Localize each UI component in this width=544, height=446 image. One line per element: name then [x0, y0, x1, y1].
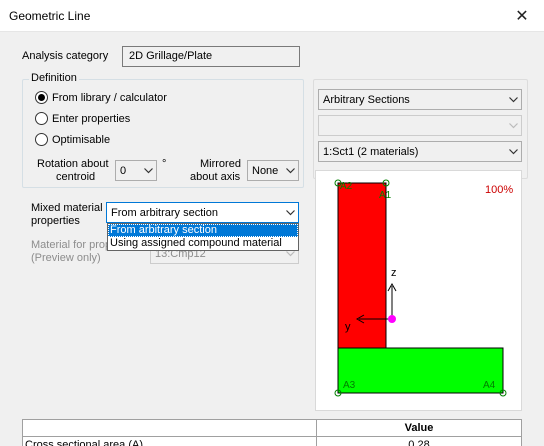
rotation-value: 0: [120, 164, 127, 177]
radio-enter-properties-label: Enter properties: [52, 112, 131, 125]
mixed-material-select[interactable]: From arbitrary section: [106, 202, 299, 223]
section-preview: z y A2 A1 A3 A4 100%: [315, 170, 522, 411]
table-header-row: Value: [22, 419, 522, 437]
corner-label-a3: A3: [343, 380, 356, 391]
chevron-down-icon: [282, 161, 298, 180]
chevron-down-icon: [505, 142, 521, 161]
green-section-part: [337, 347, 504, 394]
radio-circle: [35, 112, 48, 125]
window-title: Geometric Line: [9, 9, 91, 23]
dropdown-option-compound-material[interactable]: Using assigned compound material: [108, 237, 298, 250]
material-for-props-label-1: Material for prop: [31, 239, 112, 251]
centroid-dot: [388, 315, 396, 323]
mirrored-label-2: about axis: [190, 171, 241, 183]
chevron-down-icon: [140, 161, 156, 180]
table-cell-name: Cross sectional area (A): [22, 436, 317, 446]
section-subtype-select[interactable]: [318, 115, 522, 136]
table-row[interactable]: Cross sectional area (A) 0.28: [22, 436, 522, 446]
title-bar: Geometric Line ✕: [0, 0, 544, 32]
section-type-select[interactable]: Arbitrary Sections: [318, 89, 522, 110]
mirrored-label-1: Mirrored: [200, 158, 241, 170]
analysis-category-field: 2D Grillage/Plate: [122, 46, 300, 67]
mixed-material-value: From arbitrary section: [111, 206, 218, 219]
chevron-down-icon: [282, 203, 298, 222]
radio-optimisable-label: Optimisable: [52, 133, 111, 146]
radio-circle: [35, 91, 48, 104]
properties-table: Value Cross sectional area (A) 0.28: [22, 419, 522, 446]
radio-from-library-label: From library / calculator: [52, 91, 167, 104]
mixed-material-label-2: properties: [31, 215, 80, 227]
table-header-name: [22, 419, 317, 437]
material-for-props-label-2: (Preview only): [31, 252, 101, 264]
radio-enter-properties[interactable]: Enter properties: [35, 112, 130, 125]
rotation-label-1: Rotation about: [37, 158, 109, 170]
chevron-down-icon: [505, 116, 521, 135]
table-header-value: Value: [316, 419, 522, 437]
definition-legend: Definition: [29, 72, 79, 84]
section-preview-canvas: z y A2 A1 A3 A4 100%: [334, 179, 513, 397]
radio-circle: [35, 133, 48, 146]
percent-label: 100%: [485, 184, 513, 196]
radio-from-library[interactable]: From library / calculator: [35, 91, 167, 104]
z-axis-label: z: [391, 267, 397, 279]
analysis-category-label: Analysis category: [22, 50, 109, 62]
section-type-value: Arbitrary Sections: [323, 93, 410, 106]
corner-label-a1: A1: [379, 190, 392, 201]
radio-dot: [38, 94, 45, 101]
mixed-material-label-1: Mixed material: [31, 202, 103, 214]
corner-label-a2: A2: [340, 181, 353, 192]
chevron-down-icon: [505, 90, 521, 109]
mixed-material-dropdown-list: From arbitrary section Using assigned co…: [107, 223, 299, 251]
rotation-label-2: centroid: [56, 171, 96, 183]
radio-optimisable[interactable]: Optimisable: [35, 133, 110, 146]
mirrored-value: None: [252, 164, 279, 177]
corner-label-a4: A4: [483, 380, 496, 391]
section-select[interactable]: 1:Sct1 (2 materials): [318, 141, 522, 162]
close-icon[interactable]: ✕: [500, 0, 544, 31]
mirrored-select[interactable]: None: [247, 160, 299, 181]
degree-symbol: °: [162, 158, 167, 170]
dropdown-option-from-arbitrary[interactable]: From arbitrary section: [108, 224, 298, 237]
section-value: 1:Sct1 (2 materials): [323, 145, 419, 158]
rotation-select[interactable]: 0: [115, 160, 157, 181]
y-axis-label: y: [345, 321, 351, 333]
table-cell-value: 0.28: [316, 436, 522, 446]
